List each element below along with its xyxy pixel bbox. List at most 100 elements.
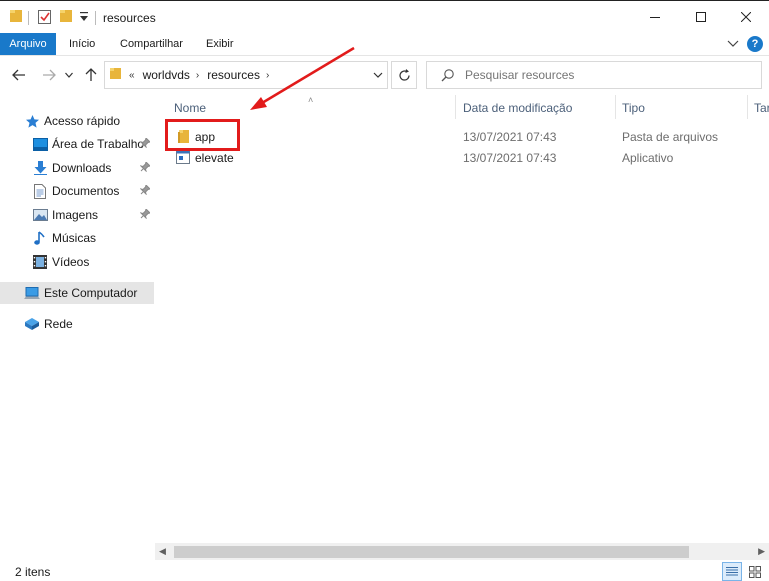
back-button[interactable] (10, 66, 28, 84)
refresh-icon (398, 68, 410, 81)
status-bar: 2 itens (0, 561, 769, 581)
breadcrumb-separator-icon[interactable]: › (196, 70, 199, 81)
column-header-type[interactable]: Tipo (622, 101, 645, 115)
file-explorer-window: resources Arquivo Início Compartilhar Ex… (0, 0, 769, 581)
maximize-icon (696, 12, 706, 22)
search-icon (441, 68, 455, 85)
new-folder-icon[interactable] (60, 9, 72, 26)
highlight-box (165, 119, 240, 151)
item-count: 2 itens (15, 565, 51, 579)
sidebar-item-label: Documentos (52, 184, 120, 198)
details-view-button[interactable] (722, 562, 742, 581)
file-date: 13/07/2021 07:43 (463, 151, 557, 165)
application-icon (176, 150, 190, 167)
arrow-right-icon (43, 69, 56, 81)
help-icon[interactable]: ? (747, 36, 763, 52)
pin-icon[interactable] (139, 208, 151, 222)
title-separator (95, 11, 96, 25)
tab-exibir[interactable]: Exibir (198, 33, 242, 55)
breadcrumb-overflow[interactable]: « (129, 70, 135, 81)
desktop-icon (32, 136, 48, 152)
navigation-pane: Acesso rápido Área de Trabalho Downloads (0, 95, 155, 561)
sidebar-item-network[interactable]: Rede (0, 313, 154, 335)
scrollbar-thumb[interactable] (174, 546, 689, 558)
star-icon (24, 113, 40, 129)
sidebar-item-label: Este Computador (44, 286, 138, 300)
sidebar-item-label: Rede (44, 317, 73, 331)
window-title: resources (103, 11, 156, 25)
minimize-icon (650, 17, 660, 18)
up-button[interactable] (82, 66, 100, 84)
sidebar-item-documents[interactable]: Documentos (0, 180, 154, 202)
music-note-icon (32, 230, 48, 246)
close-button[interactable] (723, 1, 769, 33)
column-header-size[interactable]: Tar (754, 101, 769, 115)
file-type: Aplicativo (622, 151, 674, 165)
address-bar[interactable]: « worldvds › resources › (104, 61, 388, 89)
tab-compartilhar[interactable]: Compartilhar (112, 33, 191, 55)
tab-arquivo[interactable]: Arquivo (0, 33, 56, 55)
sidebar-item-this-pc[interactable]: Este Computador (0, 282, 154, 304)
arrow-up-icon (85, 68, 97, 81)
sidebar-item-downloads[interactable]: Downloads (0, 157, 154, 179)
file-row-app[interactable]: app 13/07/2021 07:43 Pasta de arquivos (155, 127, 755, 148)
large-icons-view-button[interactable] (745, 562, 765, 581)
file-type: Pasta de arquivos (622, 130, 719, 144)
chevron-down-icon (65, 72, 73, 78)
folder-icon (10, 9, 22, 26)
computer-icon (24, 285, 40, 301)
address-dropdown-icon[interactable] (373, 68, 383, 85)
file-row-elevate[interactable]: elevate 13/07/2021 07:43 Aplicativo (155, 148, 755, 169)
column-divider[interactable] (455, 95, 456, 119)
sidebar-item-label: Imagens (52, 208, 99, 222)
sidebar-item-quick-access[interactable]: Acesso rápido (0, 110, 154, 132)
pin-icon[interactable] (139, 161, 151, 175)
ribbon-tabs: Arquivo Início Compartilhar Exibir ? (0, 33, 769, 55)
sidebar-item-label: Vídeos (52, 255, 90, 269)
title-separator (28, 11, 29, 25)
search-box[interactable] (426, 61, 762, 89)
scroll-left-icon[interactable]: ◀ (159, 546, 166, 557)
expand-ribbon-icon[interactable] (727, 37, 739, 51)
properties-icon[interactable] (38, 9, 52, 28)
details-view-icon (726, 567, 738, 576)
sidebar-item-label: Downloads (52, 161, 112, 175)
breadcrumb-separator-icon[interactable]: › (266, 70, 269, 81)
column-divider[interactable] (747, 95, 748, 119)
pin-icon[interactable] (139, 184, 151, 198)
folder-icon (110, 67, 121, 83)
column-header-date[interactable]: Data de modificação (463, 101, 572, 115)
arrow-left-icon (12, 69, 25, 81)
sidebar-item-label: Músicas (52, 231, 97, 245)
column-divider[interactable] (615, 95, 616, 119)
video-icon (32, 254, 48, 270)
customize-toolbar-icon[interactable] (80, 11, 88, 25)
breadcrumb-resources[interactable]: resources (207, 68, 260, 82)
sidebar-item-desktop[interactable]: Área de Trabalho (0, 133, 154, 155)
maximize-button[interactable] (678, 1, 724, 33)
sidebar-item-label: Área de Trabalho (52, 137, 145, 151)
column-header-name[interactable]: Nome (174, 101, 206, 115)
horizontal-scrollbar[interactable]: ◀ ▶ (155, 543, 769, 560)
breadcrumb-worldvds[interactable]: worldvds (143, 68, 190, 82)
sort-ascending-icon: ˄ (308, 95, 314, 105)
recent-locations-button[interactable] (63, 66, 75, 84)
forward-button[interactable] (40, 66, 58, 84)
minimize-button[interactable] (632, 1, 678, 33)
sidebar-item-music[interactable]: Músicas (0, 227, 154, 249)
tab-inicio[interactable]: Início (61, 33, 103, 55)
file-date: 13/07/2021 07:43 (463, 130, 557, 144)
network-icon (24, 316, 40, 332)
pictures-icon (32, 207, 48, 223)
sidebar-item-pictures[interactable]: Imagens (0, 204, 154, 226)
scroll-right-icon[interactable]: ▶ (758, 546, 765, 557)
file-list: ˄ Nome Data de modificação Tipo Tar app … (155, 95, 769, 561)
sidebar-item-videos[interactable]: Vídeos (0, 251, 154, 273)
title-bar: resources (0, 1, 769, 33)
pin-icon[interactable] (139, 137, 151, 151)
download-icon (32, 160, 48, 176)
search-input[interactable] (465, 67, 745, 83)
close-icon (741, 12, 751, 22)
large-icons-view-icon (749, 565, 761, 578)
refresh-button[interactable] (391, 61, 417, 89)
